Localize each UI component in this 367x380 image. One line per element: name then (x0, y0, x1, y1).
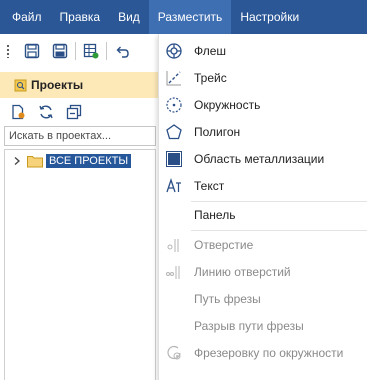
menu-place[interactable]: Разместить (148, 0, 232, 34)
menu-file[interactable]: Файл (0, 0, 51, 34)
circle-icon (166, 97, 182, 113)
menu-item-flash[interactable]: Флеш (159, 38, 367, 64)
board-icon (83, 43, 99, 59)
save-all-icon (52, 43, 68, 59)
projects-panel-header: Проекты (0, 72, 160, 98)
hole-line-icon (166, 266, 180, 279)
menu-item-label: Окружность (194, 98, 261, 112)
save-icon (24, 43, 40, 59)
refresh-button[interactable] (32, 98, 60, 126)
trace-icon (166, 71, 181, 86)
circular-milling-icon (167, 345, 181, 360)
menu-view[interactable]: Вид (109, 0, 149, 34)
toolbar-separator (106, 42, 107, 60)
projects-panel-toolbar (0, 99, 160, 125)
new-document-icon (12, 104, 25, 120)
menu-item-text[interactable]: Текст (159, 173, 367, 199)
metal-area-icon (166, 151, 182, 167)
projects-panel-title: Проекты (31, 78, 84, 92)
projects-search-icon (14, 79, 27, 92)
toolbar-separator (75, 42, 76, 60)
save-all-button[interactable] (46, 37, 74, 65)
undo-icon (116, 46, 129, 58)
menu-edit[interactable]: Правка (51, 0, 110, 34)
collapse-all-icon (66, 104, 82, 120)
menu-item-label: Линию отверстий (194, 265, 291, 279)
save-button[interactable] (18, 37, 46, 65)
projects-tree: ВСЕ ПРОЕКТЫ (4, 149, 156, 380)
menu-item-polygon[interactable]: Полигон (159, 119, 367, 145)
menu-item-label: Отверстие (194, 238, 254, 252)
menu-item-trace[interactable]: Трейс (159, 65, 367, 91)
collapse-all-button[interactable] (60, 98, 88, 126)
menu-item-label: Панель (194, 208, 236, 222)
menu-item-label: Путь фрезы (194, 292, 261, 306)
menu-settings[interactable]: Настройки (231, 0, 308, 34)
projects-search-input[interactable] (4, 126, 156, 146)
menu-item-panel[interactable]: Панель (159, 202, 367, 228)
menu-item-label: Разрыв пути фрезы (194, 319, 304, 333)
menu-item-label: Текст (194, 179, 225, 193)
tree-item-label[interactable]: ВСЕ ПРОЕКТЫ (46, 154, 132, 168)
menu-item-metal-area[interactable]: Область металлизации (159, 146, 367, 172)
menu-bar: Файл Правка Вид Разместить Настройки (0, 0, 367, 34)
hole-icon (167, 239, 179, 252)
polygon-icon (166, 124, 182, 140)
undo-button[interactable] (108, 37, 136, 65)
chevron-right-icon[interactable] (13, 156, 21, 166)
folder-icon (27, 156, 43, 168)
menu-item-label: Трейс (194, 71, 227, 85)
refresh-icon (39, 105, 53, 119)
flash-icon (166, 43, 182, 59)
menu-item-mill-path: Путь фрезы (159, 286, 367, 312)
menu-item-label: Полигон (194, 125, 241, 139)
menu-item-circle[interactable]: Окружность (159, 92, 367, 118)
text-icon (166, 177, 181, 193)
board-button[interactable] (77, 37, 105, 65)
menu-item-label: Фрезеровку по окружности (194, 346, 344, 360)
toolbar-grip[interactable] (6, 44, 10, 58)
place-menu-dropdown: Флеш Трейс Окружность Полигон Область ме… (158, 34, 367, 380)
menu-item-label: Флеш (194, 44, 227, 58)
menu-item-circular-milling: Фрезеровку по окружности (159, 340, 367, 366)
menu-item-label: Область металлизации (194, 152, 325, 166)
tree-item-all-projects[interactable]: ВСЕ ПРОЕКТЫ (13, 154, 132, 168)
menu-item-hole-line: Линию отверстий (159, 259, 367, 285)
menu-item-mill-path-break: Разрыв пути фрезы (159, 313, 367, 339)
menu-item-hole: Отверстие (159, 232, 367, 258)
new-project-button[interactable] (4, 98, 32, 126)
main-toolbar (0, 34, 160, 68)
menu-separator (191, 230, 367, 231)
